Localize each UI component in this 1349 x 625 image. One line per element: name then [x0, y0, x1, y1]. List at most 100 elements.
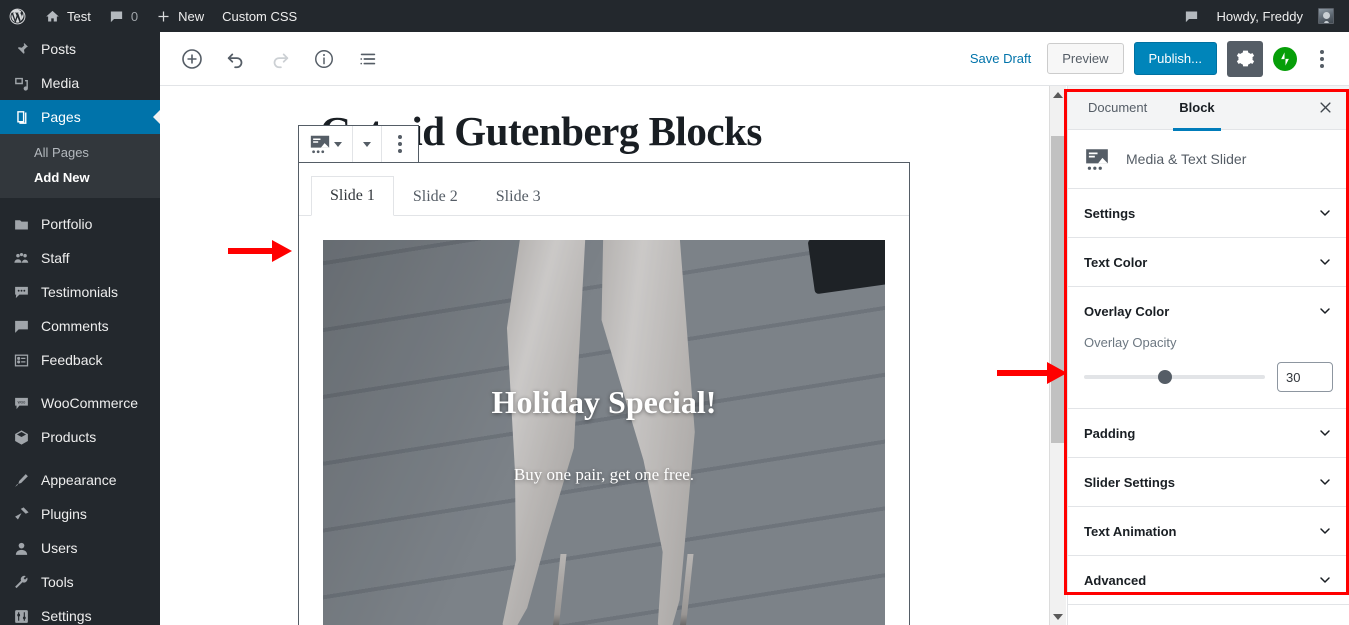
info-circle-icon[interactable]: [306, 41, 342, 77]
kebab-menu-icon[interactable]: [1307, 41, 1337, 77]
panel-slider-settings: Slider Settings: [1068, 458, 1349, 507]
panel-padding-header[interactable]: Padding: [1084, 409, 1333, 457]
triangle-up-icon[interactable]: [1050, 86, 1066, 103]
gear-icon[interactable]: [1227, 40, 1263, 77]
selected-block[interactable]: Slide 1 Slide 2 Slide 3 Holiday Special!…: [298, 125, 910, 625]
panel-text-color-header[interactable]: Text Color: [1084, 238, 1333, 286]
slide-tab-2[interactable]: Slide 2: [394, 177, 477, 216]
kebab-dot: [398, 142, 402, 147]
admin-bar-item-custom-css[interactable]: Custom CSS: [213, 0, 306, 32]
svg-text:woo: woo: [17, 399, 25, 404]
admin-bar-custom-css-label: Custom CSS: [222, 8, 298, 24]
sidebar-item-testimonials[interactable]: Testimonials: [0, 275, 160, 309]
slide-image[interactable]: Holiday Special! Buy one pair, get one f…: [323, 240, 885, 625]
slide-text-content: Holiday Special! Buy one pair, get one f…: [323, 384, 885, 485]
tools-icon: [11, 574, 31, 591]
editor-header-toolbar: Save Draft Preview Publish...: [160, 32, 1349, 86]
sidebar-item-tools[interactable]: Tools: [0, 565, 160, 599]
chevron-down-icon: [1317, 474, 1333, 490]
redo-arrow-icon[interactable]: [262, 41, 298, 77]
sidebar-item-feedback[interactable]: Feedback: [0, 343, 160, 377]
portfolio-icon: [11, 216, 31, 233]
sidebar-item-label: Feedback: [41, 352, 103, 368]
page-title[interactable]: Getwid Gutenberg Blocks: [160, 86, 1049, 155]
close-icon[interactable]: [1305, 86, 1345, 130]
sidebar-item-pages[interactable]: Pages: [0, 100, 160, 134]
media-text-slider-icon[interactable]: [305, 127, 346, 162]
panel-overlay-color-header[interactable]: Overlay Color: [1084, 287, 1333, 335]
sidebar-item-products[interactable]: Products: [0, 420, 160, 454]
sidebar-item-media[interactable]: Media: [0, 66, 160, 100]
kebab-dot: [398, 149, 402, 154]
block-navigation-icon[interactable]: [350, 41, 386, 77]
sidebar-item-plugins[interactable]: Plugins: [0, 497, 160, 531]
sidebar-item-woocommerce[interactable]: woo WooCommerce: [0, 386, 160, 420]
panel-title: Text Color: [1084, 254, 1148, 270]
sidebar-item-label: Appearance: [41, 472, 117, 488]
jetpack-icon[interactable]: [1273, 46, 1297, 71]
sidebar-item-users[interactable]: Users: [0, 531, 160, 565]
slider-thumb[interactable]: [1158, 370, 1173, 384]
sidebar-subitem-all-pages[interactable]: All Pages: [0, 140, 160, 165]
wordpress-editor-screen: Test 0 New Custom CSS Howdy, Freddy Post…: [0, 0, 1349, 625]
sidebar-item-portfolio[interactable]: Portfolio: [0, 207, 160, 241]
admin-bar-notifications[interactable]: [1175, 0, 1208, 32]
sidebar-item-label: Staff: [41, 250, 70, 266]
undo-arrow-icon[interactable]: [218, 41, 254, 77]
comment-bubble-icon: [109, 9, 124, 24]
admin-bar-account[interactable]: Howdy, Freddy: [1208, 0, 1343, 32]
sidebar-divider: [0, 198, 160, 207]
sidebar-item-label: Portfolio: [41, 216, 93, 232]
kebab-menu-icon[interactable]: [388, 135, 412, 154]
chevron-down-icon: [1317, 303, 1333, 319]
plugins-icon: [11, 506, 31, 523]
panel-text-animation: Text Animation: [1068, 507, 1349, 556]
panel-settings-header[interactable]: Settings: [1084, 189, 1333, 237]
save-draft-button[interactable]: Save Draft: [964, 47, 1037, 70]
sidebar-item-staff[interactable]: Staff: [0, 241, 160, 275]
users-icon: [11, 540, 31, 557]
panel-advanced-header[interactable]: Advanced: [1084, 556, 1333, 604]
slide-heading[interactable]: Holiday Special!: [323, 384, 885, 421]
admin-bar-item-new[interactable]: New: [147, 0, 213, 32]
sidebar-item-label: Tools: [41, 574, 74, 590]
plus-circle-icon[interactable]: [174, 41, 210, 77]
media-text-slider-icon: [1084, 146, 1110, 172]
slide-subtext[interactable]: Buy one pair, get one free.: [323, 465, 885, 485]
sidebar-subitem-add-new[interactable]: Add New: [0, 165, 160, 190]
block-toolbar: [298, 125, 419, 163]
sidebar-item-settings[interactable]: Settings: [0, 599, 160, 625]
media-icon: [11, 75, 31, 92]
alignment-group: [353, 126, 382, 163]
editor-canvas: Getwid Gutenberg Blocks Slide 1 Slide 2 …: [160, 86, 1049, 625]
panel-slider-settings-header[interactable]: Slider Settings: [1084, 458, 1333, 506]
sidebar-item-appearance[interactable]: Appearance: [0, 463, 160, 497]
pin-icon: [11, 41, 31, 58]
admin-bar-new-label: New: [178, 8, 205, 24]
inspector-tablist: Document Block: [1068, 86, 1349, 131]
slide-tab-1[interactable]: Slide 1: [311, 176, 394, 217]
admin-bar-item-site[interactable]: Test: [36, 0, 100, 32]
panel-text-animation-header[interactable]: Text Animation: [1084, 507, 1333, 555]
tab-block[interactable]: Block: [1163, 86, 1230, 131]
triangle-down-icon[interactable]: [1050, 608, 1066, 625]
sidebar-item-comments[interactable]: Comments: [0, 309, 160, 343]
wordpress-logo-button[interactable]: [0, 0, 36, 32]
block-card-title: Media & Text Slider: [1126, 151, 1247, 167]
overlay-opacity-slider[interactable]: [1084, 370, 1265, 384]
admin-bar-item-comments[interactable]: 0: [100, 0, 147, 32]
admin-bar: Test 0 New Custom CSS Howdy, Freddy: [0, 0, 1349, 32]
sidebar-item-posts[interactable]: Posts: [0, 32, 160, 66]
publish-button[interactable]: Publish...: [1133, 42, 1217, 75]
slide-tab-3[interactable]: Slide 3: [477, 177, 560, 216]
alignment-dropdown[interactable]: [359, 127, 375, 162]
tab-document[interactable]: Document: [1072, 86, 1163, 130]
overlay-opacity-input[interactable]: [1277, 362, 1333, 392]
block-more-group: [382, 126, 418, 162]
wordpress-logo-icon: [8, 7, 27, 26]
sidebar-submenu-pages: All Pages Add New: [0, 134, 160, 198]
preview-button[interactable]: Preview: [1047, 43, 1124, 74]
scroll-thumb[interactable]: [1051, 136, 1065, 443]
canvas-scrollbar[interactable]: [1049, 86, 1066, 625]
woocommerce-icon: woo: [11, 395, 31, 412]
